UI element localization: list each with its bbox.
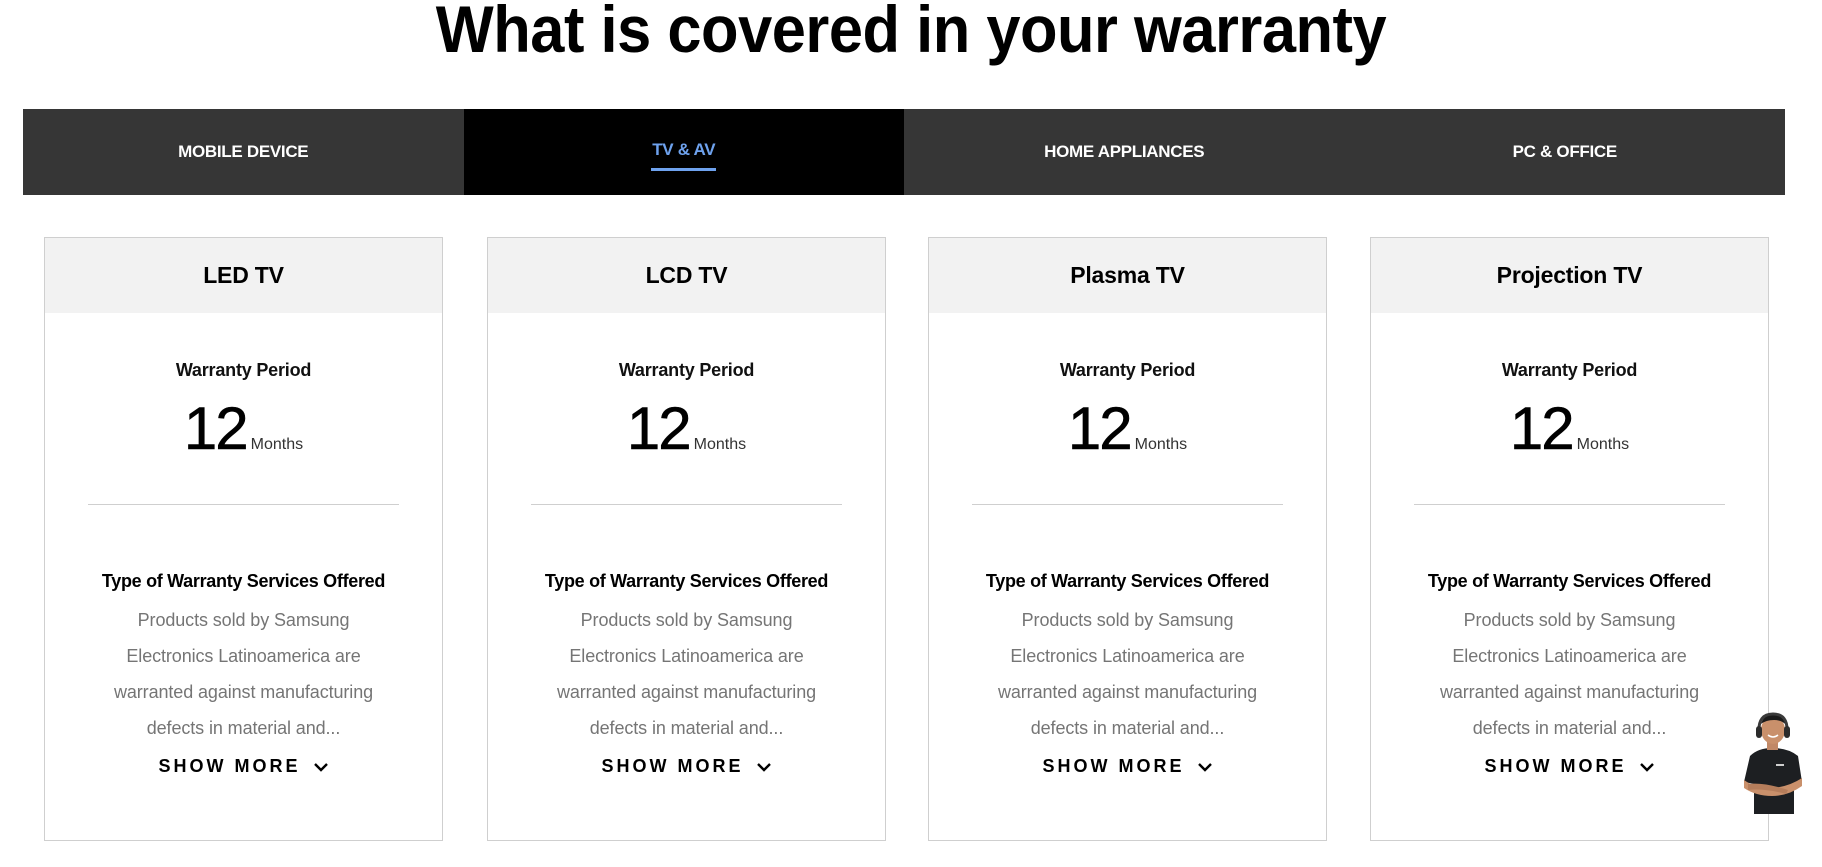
- warranty-period-unit: Months: [1134, 436, 1188, 453]
- divider: [531, 504, 842, 505]
- warranty-period-number: 12: [1067, 395, 1133, 462]
- warranty-period-value: 12 Months: [1371, 395, 1768, 462]
- card-title: Projection TV: [1371, 238, 1768, 313]
- chevron-down-icon: [1639, 762, 1654, 772]
- divider: [972, 504, 1283, 505]
- warranty-period-label: Warranty Period: [1501, 360, 1638, 380]
- page-title: What is covered in your warranty: [435, 0, 1387, 66]
- chevron-down-icon: [756, 762, 771, 772]
- category-tabs: MOBILE DEVICE TV & AV HOME APPLIANCES PC…: [23, 109, 1785, 195]
- card-title: LCD TV: [488, 238, 885, 313]
- warranty-period-unit: Months: [250, 436, 304, 453]
- tab-pc-office[interactable]: PC & OFFICE: [1345, 109, 1786, 195]
- show-more-button[interactable]: SHOW MORE: [45, 756, 442, 777]
- tab-mobile-device[interactable]: MOBILE DEVICE: [23, 109, 464, 195]
- show-more-button[interactable]: SHOW MORE: [488, 756, 885, 777]
- services-title: Type of Warranty Services Offered: [101, 571, 386, 591]
- services-title: Type of Warranty Services Offered: [1427, 571, 1712, 591]
- warranty-period-label: Warranty Period: [175, 360, 312, 380]
- card-title: LED TV: [45, 238, 442, 313]
- warranty-card-projection-tv: Projection TV Warranty Period 12 Months T…: [1370, 237, 1769, 841]
- warranty-period-number: 12: [626, 395, 692, 462]
- support-agent-avatar-icon: [1744, 712, 1802, 814]
- warranty-period-number: 12: [1509, 395, 1575, 462]
- services-title: Type of Warranty Services Offered: [544, 571, 829, 591]
- chat-support-button[interactable]: [1738, 712, 1808, 822]
- show-more-label: SHOW MORE: [1042, 756, 1185, 776]
- show-more-label: SHOW MORE: [158, 756, 301, 776]
- warranty-period-number: 12: [183, 395, 249, 462]
- chevron-down-icon: [1197, 762, 1212, 772]
- warranty-page: What is covered in your warranty MOBILE …: [0, 0, 1822, 867]
- show-more-label: SHOW MORE: [601, 756, 744, 776]
- services-description: Products sold by Samsung Electronics Lat…: [1439, 610, 1700, 738]
- card-title: Plasma TV: [929, 238, 1326, 313]
- warranty-period-label: Warranty Period: [1059, 360, 1196, 380]
- warranty-period-value: 12 Months: [45, 395, 442, 462]
- warranty-period-unit: Months: [1576, 436, 1630, 453]
- services-description: Products sold by Samsung Electronics Lat…: [556, 610, 817, 738]
- warranty-period-label: Warranty Period: [618, 360, 755, 380]
- tab-label: TV & AV: [651, 140, 717, 171]
- services-description: Products sold by Samsung Electronics Lat…: [113, 610, 374, 738]
- warranty-card-led-tv: LED TV Warranty Period 12 Months Type of …: [44, 237, 443, 841]
- show-more-button[interactable]: SHOW MORE: [929, 756, 1326, 777]
- warranty-card-lcd-tv: LCD TV Warranty Period 12 Months Type of …: [487, 237, 886, 841]
- warranty-period-value: 12 Months: [488, 395, 885, 462]
- show-more-button[interactable]: SHOW MORE: [1371, 756, 1768, 777]
- show-more-label: SHOW MORE: [1484, 756, 1627, 776]
- services-description: Products sold by Samsung Electronics Lat…: [997, 610, 1258, 738]
- tab-label: PC & OFFICE: [1512, 142, 1618, 161]
- warranty-period-unit: Months: [693, 436, 747, 453]
- tab-label: MOBILE DEVICE: [178, 142, 309, 161]
- divider: [88, 504, 399, 505]
- services-title: Type of Warranty Services Offered: [985, 571, 1270, 591]
- tab-home-appliances[interactable]: HOME APPLIANCES: [904, 109, 1345, 195]
- divider: [1414, 504, 1725, 505]
- warranty-period-value: 12 Months: [929, 395, 1326, 462]
- tab-label: HOME APPLIANCES: [1044, 142, 1205, 161]
- chevron-down-icon: [313, 762, 328, 772]
- warranty-card-plasma-tv: Plasma TV Warranty Period 12 Months Type …: [928, 237, 1327, 841]
- tab-tv-av[interactable]: TV & AV: [463, 109, 904, 195]
